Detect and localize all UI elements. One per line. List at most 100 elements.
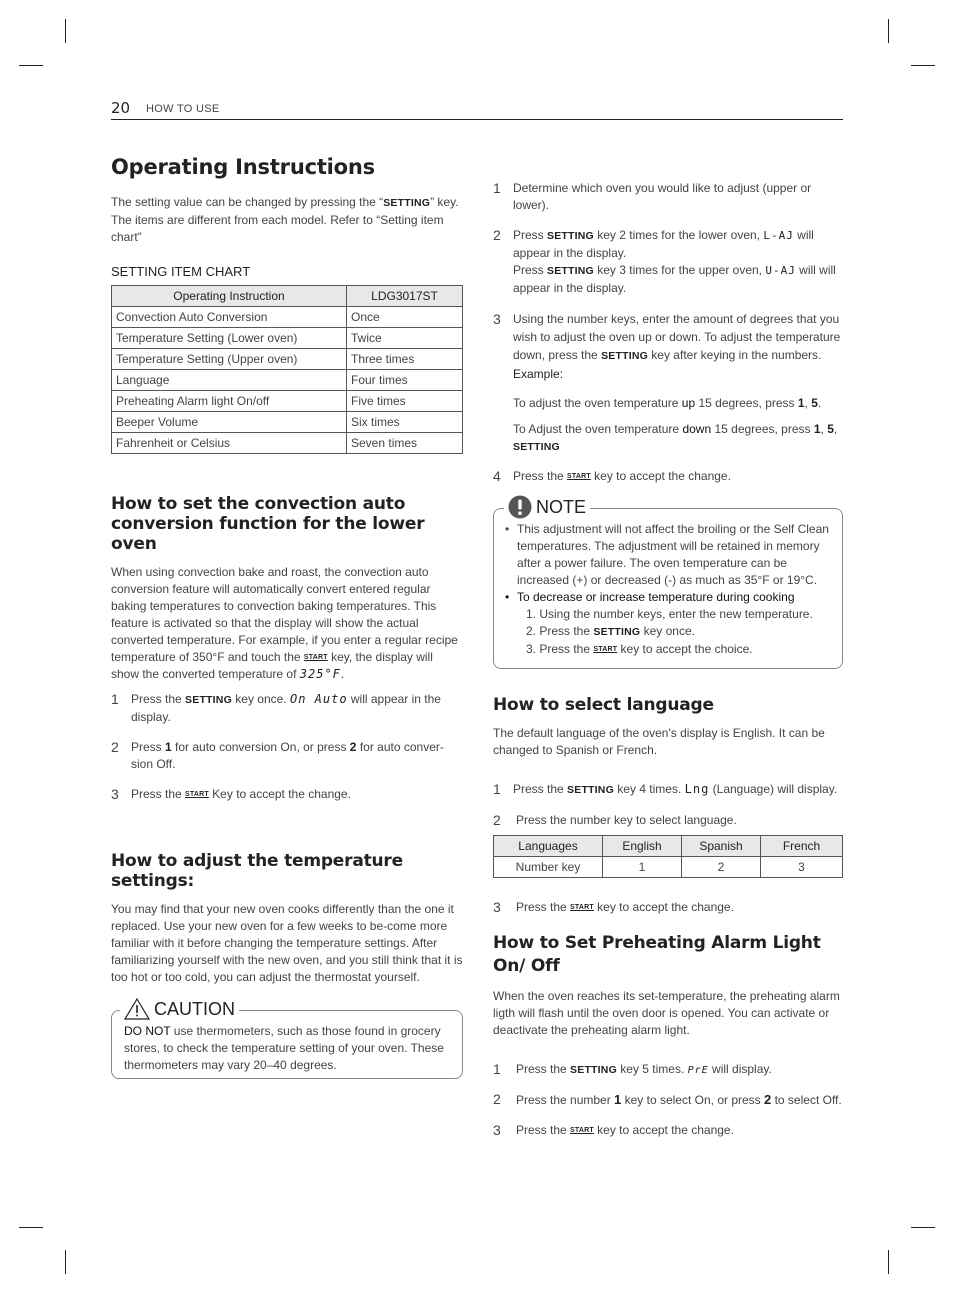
crop-mark (19, 65, 43, 66)
setting-key-label: SETTING (547, 265, 594, 277)
display-readout: L-AJ (763, 229, 794, 242)
setting-key-label: SETTING (570, 1064, 617, 1076)
table-row: Temperature Setting (Upper oven) Three ti… (111, 348, 463, 370)
display-readout: On Auto (289, 692, 348, 706)
caution-title: CAUTION (120, 998, 239, 1020)
language-heading: How to select language (493, 695, 714, 715)
temperature-step-4: 4 Press the START key to accept the chan… (493, 468, 731, 484)
crop-mark (911, 1227, 935, 1228)
example-up: To adjust the oven temperature up 15 deg… (513, 396, 822, 410)
table-cell: Temperature Setting (Lower oven) (111, 327, 347, 349)
table-cell: Five times (346, 390, 463, 412)
convection-step-2: 2 Press 1 for auto conversion On, or pre… (111, 739, 444, 771)
table-header-cell: LDG3017ST (346, 285, 463, 307)
preheat-step-2: 2 Press the number 1 key to select On, o… (493, 1091, 842, 1107)
note-subitem: 3. Press the START key to accept the cho… (526, 642, 753, 656)
crop-mark (65, 19, 66, 43)
caution-text: DO NOT use thermometers, such as those f… (124, 1024, 444, 1072)
display-readout: Lng (684, 782, 710, 796)
note-item: This adjustment will not affect the broi… (504, 521, 834, 589)
temperature-body: You may find that your new oven cooks di… (111, 902, 463, 984)
step-number: 2 (493, 227, 501, 243)
table-cell: Number key (493, 856, 603, 878)
note-title: NOTE (504, 495, 591, 519)
note-subitem: 1. Using the number keys, enter the new … (526, 607, 813, 621)
table-row: Language Four times (111, 369, 463, 391)
table-header-cell: Spanish (681, 835, 761, 857)
start-key-label: START (593, 646, 618, 653)
warning-triangle-icon (124, 998, 150, 1020)
table-cell: Beeper Volume (111, 411, 347, 433)
table-cell: 1 (602, 856, 682, 878)
step-number: 4 (493, 468, 501, 484)
preheat-step-1: 1 Press the SETTING key 5 times. PrE wil… (493, 1061, 772, 1077)
right-column: 1 Determine which oven you would like to… (493, 180, 843, 1139)
caution-box: CAUTION DO NOT use thermometers, such as… (111, 998, 463, 1079)
table-cell: Preheating Alarm light On/off (111, 390, 347, 412)
crop-mark (911, 65, 935, 66)
table-row: Temperature Setting (Lower oven) Twice (111, 327, 463, 349)
step-number: 1 (111, 691, 119, 707)
crop-mark (65, 1250, 66, 1274)
example-down: To Adjust the oven temperature down 15 d… (513, 422, 838, 453)
convection-heading: How to set the convection auto conversio… (111, 494, 425, 554)
language-step-3: 3 Press the START key to accept the chan… (493, 899, 734, 915)
step-number: 1 (493, 1061, 501, 1077)
preheat-step-3: 3 Press the START key to accept the chan… (493, 1122, 734, 1138)
step-number: 2 (493, 1091, 501, 1107)
table-cell: 3 (760, 856, 843, 878)
setting-key-label: SETTING (547, 230, 594, 242)
language-step-2: 2 Press the number key to select languag… (493, 812, 737, 828)
table-row: Preheating Alarm light On/off Five times (111, 390, 463, 412)
step-number: 2 (493, 812, 501, 828)
start-key-label: START (303, 654, 328, 661)
convection-step-1: 1 Press the SETTING key once. On Auto wi… (111, 691, 441, 724)
convection-body: When using convection bake and roast, th… (111, 565, 458, 681)
page-number: 20 (111, 99, 131, 117)
setting-key-label: SETTING (567, 784, 614, 796)
step-number: 1 (493, 180, 501, 196)
display-readout: U-AJ (765, 264, 796, 277)
step-number: 2 (111, 739, 119, 755)
table-header-cell: Operating Instruction (111, 285, 347, 307)
table-row: Fahrenheit or Celsius Seven times (111, 432, 463, 454)
start-key-label: START (567, 473, 591, 480)
left-column: Operating Instructions The setting value… (111, 155, 463, 1079)
crop-mark (888, 1250, 889, 1274)
crop-mark (19, 1227, 43, 1228)
convection-step-3: 3 Press the START Key to accept the chan… (111, 786, 351, 802)
table-cell: Temperature Setting (Upper oven) (111, 348, 347, 370)
section-label: HOW TO USE (146, 103, 220, 115)
table-cell: Twice (346, 327, 463, 349)
table-cell: Convection Auto Conversion (111, 306, 347, 328)
table-header-row: Languages English Spanish French (493, 835, 843, 857)
display-readout: PrE (687, 1065, 709, 1076)
setting-chart-title: SETTING ITEM CHART (111, 264, 251, 279)
temperature-heading: How to adjust the temperature settings: (111, 851, 403, 891)
setting-key-label: SETTING (601, 350, 648, 362)
step-number: 3 (493, 311, 501, 327)
crop-mark (888, 19, 889, 43)
note-box: NOTE This adjustment will not affect the… (493, 495, 843, 669)
start-key-label: START (185, 791, 209, 798)
display-readout: 325°F (299, 667, 341, 681)
start-key-label: START (570, 904, 594, 911)
start-key-label: START (570, 1127, 594, 1134)
table-row: Number key 1 2 3 (493, 856, 843, 878)
language-table: Languages English Spanish French Number … (493, 835, 843, 878)
note-subitem: 2. Press the SETTING key once. (526, 624, 695, 638)
table-header-cell: English (602, 835, 682, 857)
table-row: Beeper Volume Six times (111, 411, 463, 433)
temperature-step-1: 1 Determine which oven you would like to… (493, 180, 812, 212)
exclamation-circle-icon (508, 495, 532, 519)
note-sublist: 1. Using the number keys, enter the new … (517, 606, 834, 658)
table-cell: Once (346, 306, 463, 328)
page-title: Operating Instructions (111, 155, 375, 179)
preheat-body: When the oven reaches its set-temperatur… (493, 989, 840, 1037)
table-row: Convection Auto Conversion Once (111, 306, 463, 328)
temperature-step-3: 3 Using the number keys, enter the amoun… (493, 311, 841, 381)
table-cell: Language (111, 369, 347, 391)
step-number: 3 (493, 899, 501, 915)
setting-key-label: SETTING (593, 626, 641, 638)
table-cell: 2 (681, 856, 761, 878)
